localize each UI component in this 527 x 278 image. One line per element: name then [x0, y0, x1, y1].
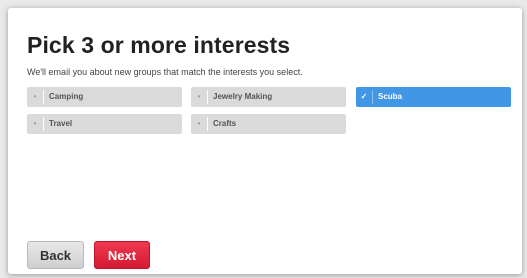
interest-chip-travel[interactable]: • Travel [27, 114, 182, 134]
chip-divider [43, 117, 44, 131]
page-subtitle: We'll email you about new groups that ma… [27, 67, 303, 77]
bullet-icon: • [197, 92, 201, 101]
chip-divider [43, 90, 44, 104]
interest-label: Camping [49, 92, 84, 101]
interest-label: Crafts [213, 119, 237, 128]
page-title: Pick 3 or more interests [27, 32, 291, 58]
interest-chip-jewelry-making[interactable]: • Jewelry Making [191, 87, 346, 107]
bullet-icon: • [197, 119, 201, 128]
interest-chip-camping[interactable]: • Camping [27, 87, 182, 107]
interest-chip-scuba[interactable]: ✓ Scuba [356, 87, 511, 107]
next-button[interactable]: Next [94, 241, 150, 269]
bullet-icon: • [33, 92, 37, 101]
interest-chip-crafts[interactable]: • Crafts [191, 114, 346, 134]
interests-dialog: Pick 3 or more interests We'll email you… [8, 8, 522, 274]
interest-label: Travel [49, 119, 73, 128]
bullet-icon: • [33, 119, 37, 128]
chip-divider [207, 117, 208, 131]
interest-list: • Camping • Jewelry Making ✓ Scuba • Tra… [27, 87, 512, 139]
checkmark-icon: ✓ [360, 92, 368, 101]
interest-label: Jewelry Making [213, 92, 273, 101]
interest-label: Scuba [378, 92, 403, 101]
chip-divider [372, 90, 373, 104]
back-button[interactable]: Back [27, 241, 84, 269]
chip-divider [207, 90, 208, 104]
